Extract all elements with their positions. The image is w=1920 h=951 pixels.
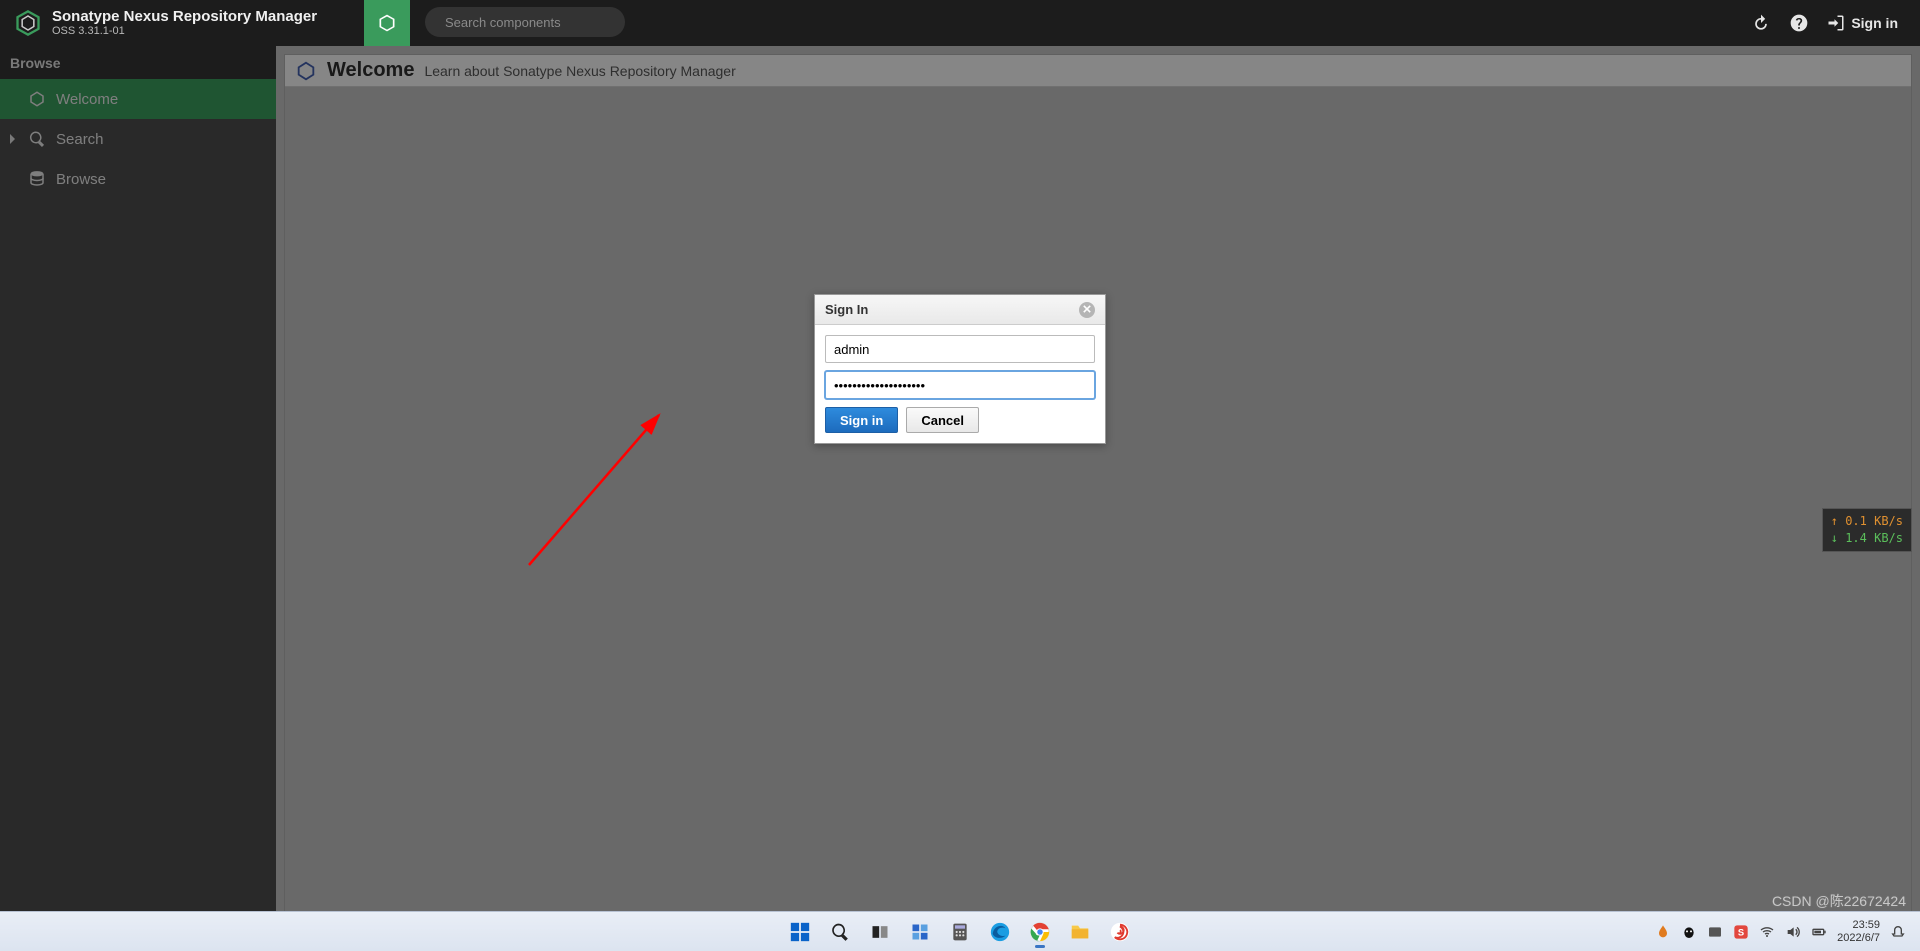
- header-actions: Sign in: [1751, 13, 1920, 33]
- search-icon: [830, 922, 850, 942]
- cancel-button[interactable]: Cancel: [906, 407, 979, 433]
- dialog-header[interactable]: Sign In: [815, 295, 1105, 325]
- sidebar-item-welcome[interactable]: Welcome: [0, 79, 276, 119]
- clock-date: 2022/6/7: [1837, 932, 1880, 944]
- header-search[interactable]: [425, 7, 625, 37]
- chrome-icon: [1029, 921, 1051, 943]
- dialog-title: Sign In: [825, 302, 868, 317]
- tray-app2-icon[interactable]: [1707, 924, 1723, 940]
- tray-sogou-icon[interactable]: S: [1733, 924, 1749, 940]
- edge-icon: [989, 921, 1011, 943]
- dialog-body: Sign in Cancel: [815, 325, 1105, 443]
- search-icon: [28, 130, 46, 148]
- taskbar-center: [783, 915, 1137, 949]
- edge-app[interactable]: [983, 915, 1017, 949]
- header-signin-label: Sign in: [1851, 15, 1898, 31]
- wifi-icon[interactable]: [1759, 924, 1775, 940]
- system-tray: S 23:59 2022/6/7: [1655, 919, 1920, 943]
- browse-mode-button[interactable]: [364, 0, 410, 46]
- content-area: Welcome Learn about Sonatype Nexus Repos…: [276, 46, 1920, 951]
- signin-button[interactable]: Sign in: [825, 407, 898, 433]
- sidebar-item-label: Welcome: [56, 91, 118, 108]
- sidebar-item-label: Browse: [56, 171, 106, 188]
- folder-icon: [1069, 921, 1091, 943]
- username-field[interactable]: [825, 335, 1095, 363]
- brand-block: Sonatype Nexus Repository Manager OSS 3.…: [0, 9, 331, 38]
- page-header: Welcome Learn about Sonatype Nexus Repos…: [285, 55, 1911, 87]
- todesk-app[interactable]: [1103, 915, 1137, 949]
- tray-qq-icon[interactable]: [1681, 924, 1697, 940]
- net-upload: ↑ 0.1 KB/s: [1831, 513, 1903, 530]
- search-input[interactable]: [445, 15, 621, 30]
- content-panel: Welcome Learn about Sonatype Nexus Repos…: [284, 54, 1912, 939]
- task-view-button[interactable]: [863, 915, 897, 949]
- signin-icon: [1827, 14, 1845, 32]
- clock-time: 23:59: [1837, 919, 1880, 931]
- close-icon: [1083, 305, 1091, 313]
- spiral-icon: [1109, 921, 1131, 943]
- network-speed-overlay: ↑ 0.1 KB/s ↓ 1.4 KB/s: [1822, 508, 1912, 552]
- dialog-close-button[interactable]: [1079, 302, 1095, 318]
- page-subtitle: Learn about Sonatype Nexus Repository Ma…: [424, 63, 735, 79]
- volume-icon[interactable]: [1785, 924, 1801, 940]
- widgets-button[interactable]: [903, 915, 937, 949]
- calculator-icon: [950, 922, 970, 942]
- sidebar-item-browse[interactable]: Browse: [0, 159, 276, 199]
- password-field[interactable]: [825, 371, 1095, 399]
- tray-app-icon[interactable]: [1655, 924, 1671, 940]
- app-title: Sonatype Nexus Repository Manager: [52, 9, 317, 26]
- task-view-icon: [870, 922, 890, 942]
- widgets-icon: [910, 922, 930, 942]
- app-header: Sonatype Nexus Repository Manager OSS 3.…: [0, 0, 1920, 46]
- page-title: Welcome: [327, 59, 414, 82]
- refresh-icon[interactable]: [1751, 13, 1771, 33]
- sidebar-item-label: Search: [56, 131, 104, 148]
- header-signin-link[interactable]: Sign in: [1827, 14, 1898, 32]
- sidebar-item-search[interactable]: Search: [0, 119, 276, 159]
- notifications-icon[interactable]: [1890, 924, 1906, 940]
- chrome-app[interactable]: [1023, 915, 1057, 949]
- dialog-buttons: Sign in Cancel: [825, 407, 1095, 433]
- net-download: ↓ 1.4 KB/s: [1831, 530, 1903, 547]
- cube-icon: [377, 13, 397, 33]
- windows-logo-icon: [789, 921, 811, 943]
- calculator-app[interactable]: [943, 915, 977, 949]
- help-icon[interactable]: [1789, 13, 1809, 33]
- app-version: OSS 3.31.1-01: [52, 25, 317, 37]
- hexagon-outline-icon: [295, 60, 317, 82]
- signin-dialog: Sign In Sign in Cancel: [814, 294, 1106, 444]
- hexagon-outline-icon: [28, 90, 46, 108]
- sidebar: Browse Welcome Search Browse: [0, 46, 276, 951]
- taskbar-search[interactable]: [823, 915, 857, 949]
- battery-icon[interactable]: [1811, 924, 1827, 940]
- nexus-logo-icon: [14, 9, 42, 37]
- start-button[interactable]: [783, 915, 817, 949]
- svg-text:S: S: [1738, 927, 1744, 937]
- sidebar-heading: Browse: [0, 46, 276, 79]
- windows-taskbar: S 23:59 2022/6/7: [0, 911, 1920, 951]
- taskbar-clock[interactable]: 23:59 2022/6/7: [1837, 919, 1880, 943]
- file-explorer-app[interactable]: [1063, 915, 1097, 949]
- database-icon: [28, 170, 46, 188]
